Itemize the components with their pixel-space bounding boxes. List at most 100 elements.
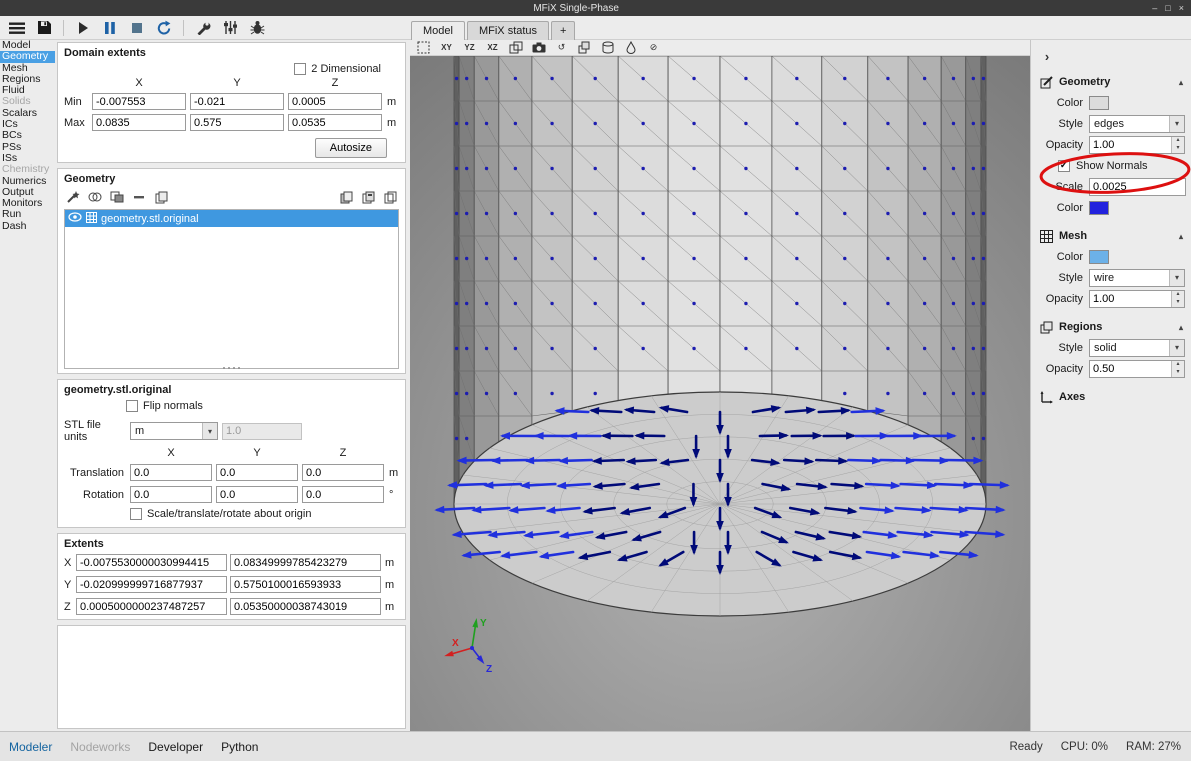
vis-regions-title: Regions bbox=[1059, 321, 1102, 333]
extent-y-min-input[interactable] bbox=[76, 576, 227, 593]
spin-up-icon[interactable]: ▴ bbox=[1172, 291, 1184, 299]
extent-x-max-input[interactable] bbox=[230, 554, 381, 571]
nav-item-geometry[interactable]: Geometry bbox=[0, 51, 55, 62]
mesh-cylinder-icon[interactable] bbox=[598, 41, 617, 55]
view-xz-icon[interactable]: XZ bbox=[483, 41, 502, 55]
spin-down-icon[interactable]: ▾ bbox=[1172, 299, 1184, 307]
domain-max-y-input[interactable] bbox=[190, 114, 284, 131]
domain-min-x-input[interactable] bbox=[92, 93, 186, 110]
mode-tab-developer[interactable]: Developer bbox=[148, 740, 203, 754]
domain-min-z-input[interactable] bbox=[288, 93, 382, 110]
settings-wrench-icon[interactable] bbox=[191, 18, 215, 38]
geometry-stack-icon[interactable] bbox=[575, 41, 594, 55]
spin-down-icon[interactable]: ▾ bbox=[1172, 145, 1184, 153]
rotation-z-input[interactable] bbox=[302, 486, 384, 503]
clip-slice-icon[interactable]: ⊘ bbox=[644, 41, 663, 55]
autosize-button[interactable]: Autosize bbox=[315, 138, 387, 158]
screenshot-camera-icon[interactable] bbox=[529, 41, 548, 55]
extent-y-max-input[interactable] bbox=[230, 576, 381, 593]
remove-geometry-icon[interactable] bbox=[130, 189, 148, 205]
run-play-icon[interactable] bbox=[71, 18, 95, 38]
nav-item-bcs[interactable]: BCs bbox=[0, 130, 55, 141]
3d-viewport[interactable]: XYZ bbox=[410, 56, 1030, 731]
window-maximize-icon[interactable]: □ bbox=[1165, 3, 1170, 13]
vis-regions-header[interactable]: Regions ▴ bbox=[1031, 317, 1191, 337]
mesh-style-label: Style bbox=[1031, 272, 1083, 284]
boolean-union-icon[interactable] bbox=[86, 189, 104, 205]
normals-scale-input[interactable] bbox=[1089, 178, 1186, 196]
vis-geometry-header[interactable]: Geometry ▴ bbox=[1031, 72, 1191, 92]
show-normals-checkbox[interactable] bbox=[1058, 160, 1070, 172]
ram-status: RAM: 27% bbox=[1126, 741, 1181, 753]
domain-min-y-input[interactable] bbox=[190, 93, 284, 110]
window-minimize-icon[interactable]: – bbox=[1152, 3, 1157, 13]
chevron-up-icon[interactable]: ▴ bbox=[1179, 232, 1183, 241]
geometry-color-swatch[interactable] bbox=[1089, 96, 1109, 110]
regions-opacity-spinner[interactable]: ▴▾ bbox=[1089, 360, 1185, 378]
chevron-up-icon[interactable]: ▴ bbox=[1179, 323, 1183, 332]
extent-z-max-input[interactable] bbox=[230, 598, 381, 615]
view-yz-icon[interactable]: YZ bbox=[460, 41, 479, 55]
extent-z-min-input[interactable] bbox=[76, 598, 227, 615]
domain-max-x-input[interactable] bbox=[92, 114, 186, 131]
copy-icon[interactable] bbox=[337, 189, 355, 205]
vis-axes-header[interactable]: Axes bbox=[1031, 387, 1191, 407]
domain-max-z-input[interactable] bbox=[288, 114, 382, 131]
vis-mesh-header[interactable]: Mesh ▴ bbox=[1031, 226, 1191, 246]
add-geometry-wand-icon[interactable] bbox=[64, 189, 82, 205]
geometry-tree[interactable]: geometry.stl.original bbox=[64, 209, 399, 369]
translation-y-input[interactable] bbox=[216, 464, 298, 481]
clone-icon[interactable] bbox=[381, 189, 399, 205]
rotation-x-input[interactable] bbox=[130, 486, 212, 503]
normals-color-swatch[interactable] bbox=[1089, 201, 1109, 215]
about-origin-checkbox[interactable]: Scale/translate/rotate about origin bbox=[130, 508, 312, 520]
geometry-style-select[interactable]: edges ▾ bbox=[1089, 115, 1185, 133]
stop-icon[interactable] bbox=[125, 18, 149, 38]
spin-up-icon[interactable]: ▴ bbox=[1172, 137, 1184, 145]
perspective-view-icon[interactable] bbox=[506, 41, 525, 55]
extent-x-min-input[interactable] bbox=[76, 554, 227, 571]
rotate-view-icon[interactable]: ↺ bbox=[552, 41, 571, 55]
paste-icon[interactable] bbox=[359, 189, 377, 205]
unit-label: m bbox=[384, 579, 394, 591]
reset-icon[interactable] bbox=[152, 18, 176, 38]
window-close-icon[interactable]: × bbox=[1179, 3, 1184, 13]
debug-bug-icon[interactable] bbox=[245, 18, 269, 38]
tab-model[interactable]: Model bbox=[411, 21, 465, 40]
chevron-up-icon[interactable]: ▴ bbox=[1179, 78, 1183, 87]
view-xy-icon[interactable]: XY bbox=[437, 41, 456, 55]
boolean-difference-icon[interactable] bbox=[108, 189, 126, 205]
translation-x-input[interactable] bbox=[130, 464, 212, 481]
flip-normals-checkbox[interactable]: Flip normals bbox=[126, 400, 203, 412]
reset-view-icon[interactable] bbox=[414, 41, 433, 55]
save-icon[interactable] bbox=[32, 18, 56, 38]
duplicate-geometry-icon[interactable] bbox=[152, 189, 170, 205]
geometry-opacity-spinner[interactable]: ▴▾ bbox=[1089, 136, 1185, 154]
normals-scale-label: Scale bbox=[1031, 181, 1083, 193]
transparency-droplet-icon[interactable] bbox=[621, 41, 640, 55]
collapse-panel-button[interactable]: › bbox=[1039, 48, 1055, 64]
parameters-sliders-icon[interactable] bbox=[218, 18, 242, 38]
mode-tab-modeler[interactable]: Modeler bbox=[9, 740, 52, 754]
mesh-color-swatch[interactable] bbox=[1089, 250, 1109, 264]
nav-item-dash[interactable]: Dash bbox=[0, 221, 55, 232]
regions-style-select[interactable]: solid ▾ bbox=[1089, 339, 1185, 357]
visibility-eye-icon[interactable] bbox=[68, 212, 82, 225]
svg-text:Y: Y bbox=[480, 618, 487, 629]
mesh-style-select[interactable]: wire ▾ bbox=[1089, 269, 1185, 287]
rotation-y-input[interactable] bbox=[216, 486, 298, 503]
mesh-opacity-spinner[interactable]: ▴▾ bbox=[1089, 290, 1185, 308]
two-dimensional-checkbox[interactable]: 2 Dimensional bbox=[294, 63, 381, 75]
menu-icon[interactable] bbox=[5, 18, 29, 38]
translation-z-input[interactable] bbox=[302, 464, 384, 481]
splitter-handle[interactable] bbox=[64, 367, 399, 369]
pause-icon[interactable] bbox=[98, 18, 122, 38]
geometry-opacity-label: Opacity bbox=[1031, 139, 1083, 151]
mode-tab-python[interactable]: Python bbox=[221, 740, 258, 754]
geometry-tree-item[interactable]: geometry.stl.original bbox=[65, 210, 398, 227]
new-tab-button[interactable]: + bbox=[551, 21, 575, 40]
tab-mfix-status[interactable]: MFiX status bbox=[467, 21, 549, 40]
spin-down-icon[interactable]: ▾ bbox=[1172, 369, 1184, 377]
spin-up-icon[interactable]: ▴ bbox=[1172, 361, 1184, 369]
stl-units-select[interactable]: m ▾ bbox=[130, 422, 218, 440]
